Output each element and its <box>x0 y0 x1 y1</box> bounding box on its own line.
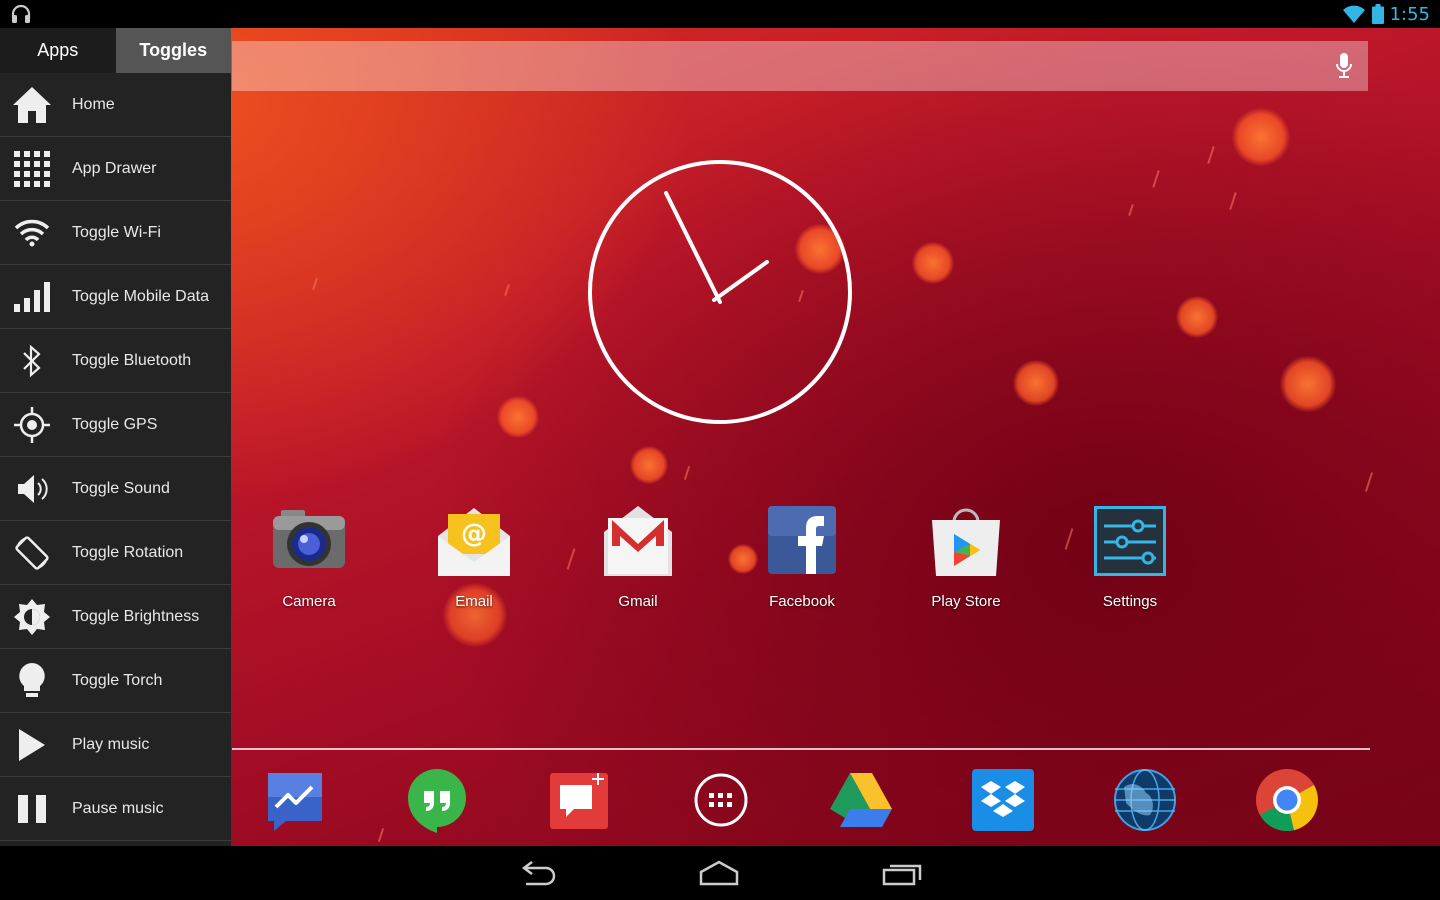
globe-icon[interactable] <box>1112 767 1178 833</box>
home-icon <box>10 83 54 127</box>
settings-icon <box>1092 506 1168 582</box>
panel-item-toggle-sound[interactable]: Toggle Sound <box>0 457 231 521</box>
panel-item-toggle-torch[interactable]: Toggle Torch <box>0 649 231 713</box>
app-drawer-icon[interactable] <box>688 767 754 833</box>
navigation-bar <box>0 846 1440 900</box>
tab-toggles[interactable]: Toggles <box>116 28 232 73</box>
email-icon: @ <box>436 506 512 582</box>
pause-icon <box>10 787 54 831</box>
panel-item-toggle-brightness[interactable]: Toggle Brightness <box>0 585 231 649</box>
panel-item-label: Home <box>72 96 115 114</box>
panel-item-toggle-wifi[interactable]: Toggle Wi-Fi <box>0 201 231 265</box>
app-label: Email <box>414 593 534 610</box>
svg-text:@: @ <box>461 519 487 549</box>
panel-item-label: App Drawer <box>72 160 156 178</box>
panel-item-toggle-bluetooth[interactable]: Toggle Bluetooth <box>0 329 231 393</box>
grid-icon <box>10 147 54 191</box>
panel-item-home[interactable]: Home <box>0 73 231 137</box>
panel-item-pause-music[interactable]: Pause music <box>0 777 231 841</box>
panel-item-label: Play music <box>72 736 149 754</box>
toggles-panel: Apps Toggles Home App Drawer Toggle Wi-F… <box>0 28 231 846</box>
dock-divider <box>232 748 1370 750</box>
app-email[interactable]: @ Email <box>414 506 534 610</box>
panel-item-label: Toggle Rotation <box>72 544 183 562</box>
play-store-icon <box>928 506 1004 582</box>
app-label: Gmail <box>578 593 698 610</box>
hangouts-icon[interactable] <box>404 767 470 833</box>
search-bar[interactable] <box>232 41 1368 91</box>
battery-icon <box>1372 4 1384 24</box>
panel-item-label: Toggle Wi-Fi <box>72 224 161 242</box>
status-time: 1:55 <box>1390 4 1430 25</box>
tab-apps[interactable]: Apps <box>0 28 116 73</box>
panel-item-label: Toggle Sound <box>72 480 170 498</box>
app-label: Settings <box>1070 593 1190 610</box>
headset-icon <box>10 4 32 24</box>
app-label: Camera <box>249 593 369 610</box>
wifi-icon <box>10 211 54 255</box>
analog-clock-widget[interactable] <box>587 159 853 425</box>
app-camera[interactable]: Camera <box>249 506 369 610</box>
panel-item-play-music[interactable]: Play music <box>0 713 231 777</box>
mic-icon[interactable] <box>1334 53 1354 79</box>
panel-item-label: Toggle Bluetooth <box>72 352 191 370</box>
home-nav-icon[interactable] <box>697 858 741 888</box>
panel-item-app-drawer[interactable]: App Drawer <box>0 137 231 201</box>
app-gmail[interactable]: Gmail <box>578 506 698 610</box>
app-label: Facebook <box>742 593 862 610</box>
rotation-icon <box>10 531 54 575</box>
panel-item-label: Toggle Brightness <box>72 608 199 626</box>
messenger-icon[interactable] <box>262 767 328 833</box>
panel-item-label: Toggle GPS <box>72 416 157 434</box>
new-message-icon[interactable] <box>546 767 612 833</box>
app-label: Play Store <box>906 593 1026 610</box>
recents-icon[interactable] <box>880 858 924 888</box>
bulb-icon <box>10 659 54 703</box>
panel-item-label: Toggle Torch <box>72 672 162 690</box>
status-bar: 1:55 <box>0 0 1440 28</box>
bluetooth-icon <box>10 339 54 383</box>
speaker-icon <box>10 467 54 511</box>
panel-item-toggle-mobile-data[interactable]: Toggle Mobile Data <box>0 265 231 329</box>
panel-tabs: Apps Toggles <box>0 28 231 73</box>
back-icon[interactable] <box>516 858 560 888</box>
chrome-icon[interactable] <box>1254 767 1320 833</box>
panel-item-toggle-rotation[interactable]: Toggle Rotation <box>0 521 231 585</box>
gps-icon <box>10 403 54 447</box>
app-settings[interactable]: Settings <box>1070 506 1190 610</box>
camera-icon <box>271 506 347 582</box>
panel-item-label: Pause music <box>72 800 164 818</box>
panel-item-toggle-gps[interactable]: Toggle GPS <box>0 393 231 457</box>
wifi-icon <box>1342 4 1366 24</box>
signal-icon <box>10 275 54 319</box>
dropbox-icon[interactable] <box>970 767 1036 833</box>
facebook-icon <box>764 506 840 582</box>
app-facebook[interactable]: Facebook <box>742 506 862 610</box>
gmail-icon <box>600 506 676 582</box>
panel-item-label: Toggle Mobile Data <box>72 288 209 306</box>
app-play-store[interactable]: Play Store <box>906 506 1026 610</box>
play-icon <box>10 723 54 767</box>
drive-icon[interactable] <box>828 767 894 833</box>
brightness-icon <box>10 595 54 639</box>
